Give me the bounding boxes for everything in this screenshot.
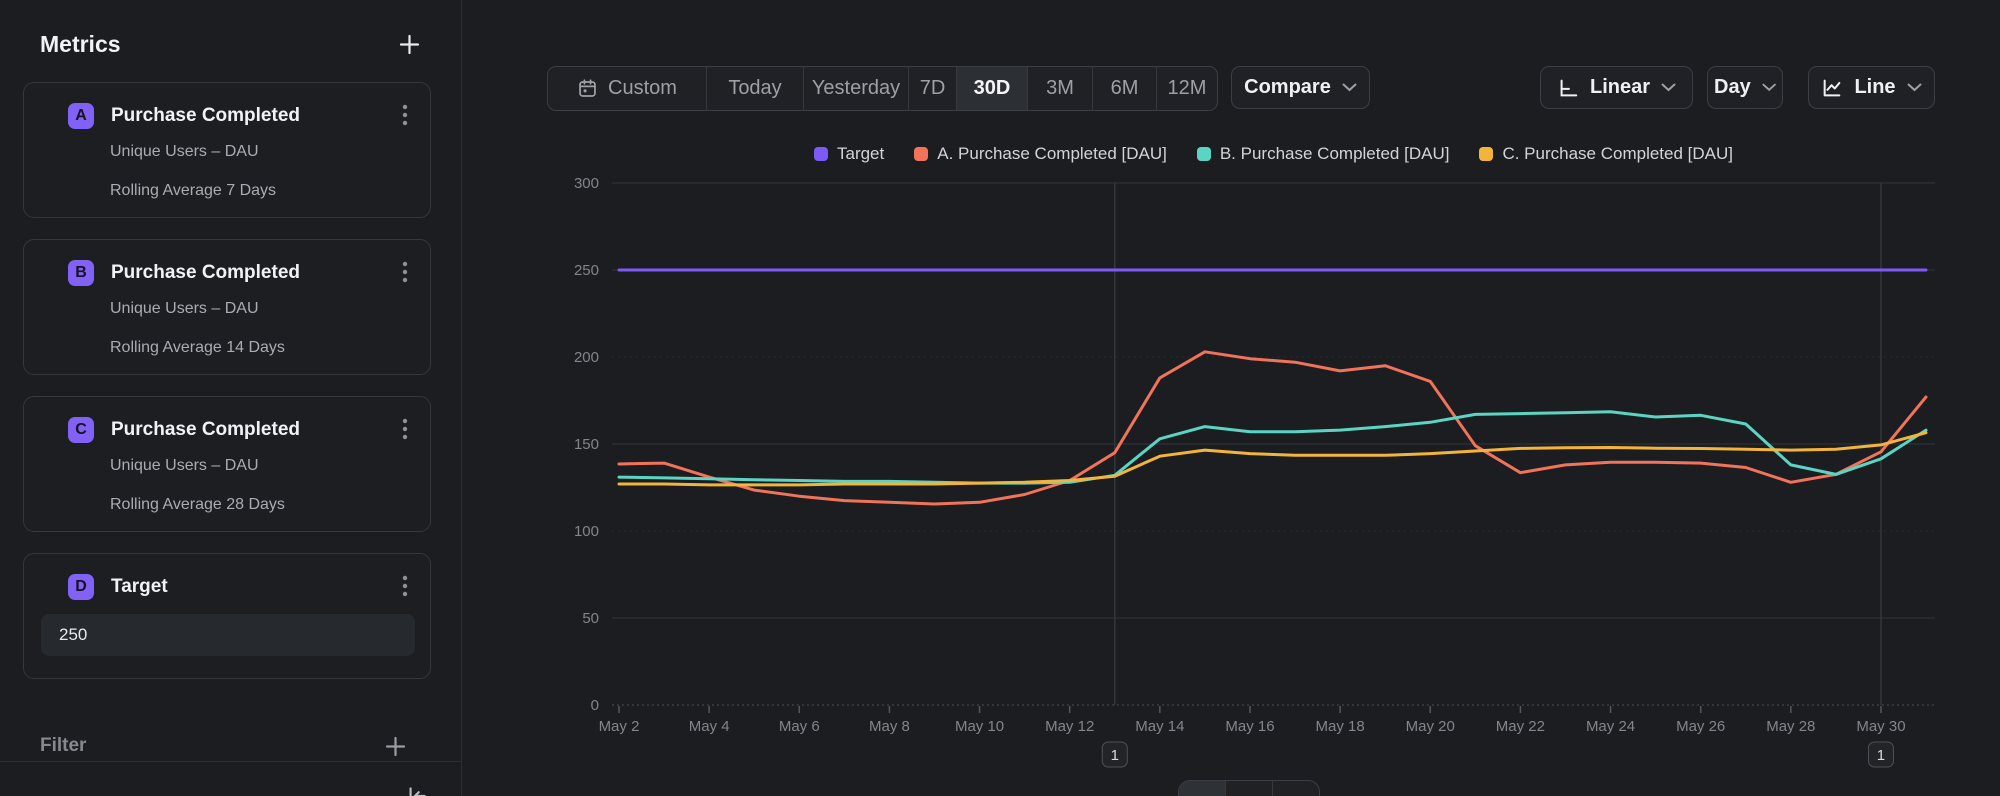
y-tick-label: 50 xyxy=(582,610,599,627)
kebab-menu-icon xyxy=(402,574,408,598)
filter-row: Filter xyxy=(40,730,407,762)
y-axis-labels: 0 50 100 150 200 250 300 xyxy=(574,175,599,714)
x-tick-label: May 30 xyxy=(1856,718,1905,735)
series-line-c-purchase-completed-dau- xyxy=(619,433,1926,485)
metric-options-button[interactable] xyxy=(400,258,410,289)
sidebar-title: Metrics xyxy=(40,31,121,58)
metric-card-title: Purchase Completed xyxy=(111,419,400,441)
x-tick-label: May 28 xyxy=(1766,718,1815,735)
annotation-badge-label: 1 xyxy=(1111,747,1119,764)
x-tick-label: May 12 xyxy=(1045,718,1094,735)
metric-card-title: Purchase Completed xyxy=(111,105,400,127)
series-line-b-purchase-completed-dau- xyxy=(619,412,1926,483)
metric-measure-label: Unique Users – DAU xyxy=(110,457,259,475)
metric-card-list: A Purchase Completed Unique Users – DAU Rol… xyxy=(23,82,431,679)
metric-badge: D xyxy=(68,574,94,600)
x-tick-label: May 18 xyxy=(1316,718,1365,735)
y-tick-label: 0 xyxy=(591,697,599,714)
y-tick-label: 250 xyxy=(574,262,599,279)
metric-measure-label: Unique Users – DAU xyxy=(110,300,259,318)
sidebar-header: Metrics xyxy=(40,24,421,64)
y-tick-label: 200 xyxy=(574,349,599,366)
sidebar-divider xyxy=(0,761,462,762)
analytics-app: Metrics A Purchase Completed Unique Users … xyxy=(0,0,2000,796)
x-axis-labels: May 2 May 4 May 6 May 8 May 10 May 12 May 14 Ma… xyxy=(599,706,1906,735)
collapse-sidebar-button[interactable] xyxy=(398,779,434,796)
filter-label: Filter xyxy=(40,735,86,757)
metric-card-header: C Purchase Completed xyxy=(68,417,410,443)
kebab-menu-icon xyxy=(402,260,408,284)
x-tick-label: May 16 xyxy=(1225,718,1274,735)
chart-panel: CustomTodayYesterday7D30D3M6M12M Compare… xyxy=(462,0,2000,796)
gridlines xyxy=(612,183,1935,618)
metric-badge: C xyxy=(68,417,94,443)
metric-card-header: A Purchase Completed xyxy=(68,103,410,129)
x-tick-label: May 20 xyxy=(1406,718,1455,735)
annotation-badge-label: 1 xyxy=(1877,747,1885,764)
metric-card-header: D Target xyxy=(68,574,410,600)
metric-measure-label: Unique Users – DAU xyxy=(110,143,259,161)
y-tick-label: 150 xyxy=(574,436,599,453)
x-tick-label: May 10 xyxy=(955,718,1004,735)
metric-card-title: Target xyxy=(111,576,400,598)
kebab-menu-icon xyxy=(402,103,408,127)
add-filter-button[interactable] xyxy=(384,735,407,758)
x-tick-label: May 24 xyxy=(1586,718,1635,735)
collapse-panel-icon xyxy=(403,783,429,796)
add-metric-button[interactable] xyxy=(398,33,421,56)
metric-options-button[interactable] xyxy=(400,572,410,603)
metric-options-button[interactable] xyxy=(400,415,410,446)
x-tick-label: May 6 xyxy=(779,718,820,735)
metric-badge: A xyxy=(68,103,94,129)
chart-view-toggle xyxy=(1178,780,1320,796)
chart-view-option-table[interactable] xyxy=(1226,781,1273,796)
metric-options-button[interactable] xyxy=(400,101,410,132)
target-value-input[interactable] xyxy=(41,614,415,656)
line-chart: 050100150200250300May 2May 4May 6May 8Ma… xyxy=(462,0,2000,796)
chart-view-option-notes[interactable] xyxy=(1273,781,1319,796)
metric-card-title: Purchase Completed xyxy=(111,262,400,284)
metric-card[interactable]: B Purchase Completed Unique Users – DAU Rol… xyxy=(23,239,431,375)
plus-icon xyxy=(398,33,421,56)
y-tick-label: 300 xyxy=(574,175,599,192)
x-tick-label: May 26 xyxy=(1676,718,1725,735)
x-tick-label: May 2 xyxy=(599,718,640,735)
chart-view-option-chart[interactable] xyxy=(1179,781,1226,796)
x-tick-label: May 14 xyxy=(1135,718,1184,735)
kebab-menu-icon xyxy=(402,417,408,441)
metric-badge: B xyxy=(68,260,94,286)
x-tick-label: May 8 xyxy=(869,718,910,735)
metric-card[interactable]: D Target xyxy=(23,553,431,679)
y-tick-label: 100 xyxy=(574,523,599,540)
metrics-sidebar: Metrics A Purchase Completed Unique Users … xyxy=(0,0,462,796)
metric-rolling-average-label: Rolling Average 7 Days xyxy=(110,182,276,200)
metric-card[interactable]: A Purchase Completed Unique Users – DAU Rol… xyxy=(23,82,431,218)
metric-rolling-average-label: Rolling Average 28 Days xyxy=(110,496,285,514)
metric-card[interactable]: C Purchase Completed Unique Users – DAU Rol… xyxy=(23,396,431,532)
x-tick-label: May 4 xyxy=(689,718,730,735)
metric-rolling-average-label: Rolling Average 14 Days xyxy=(110,339,285,357)
plus-icon xyxy=(384,735,407,758)
metric-card-header: B Purchase Completed xyxy=(68,260,410,286)
x-tick-label: May 22 xyxy=(1496,718,1545,735)
